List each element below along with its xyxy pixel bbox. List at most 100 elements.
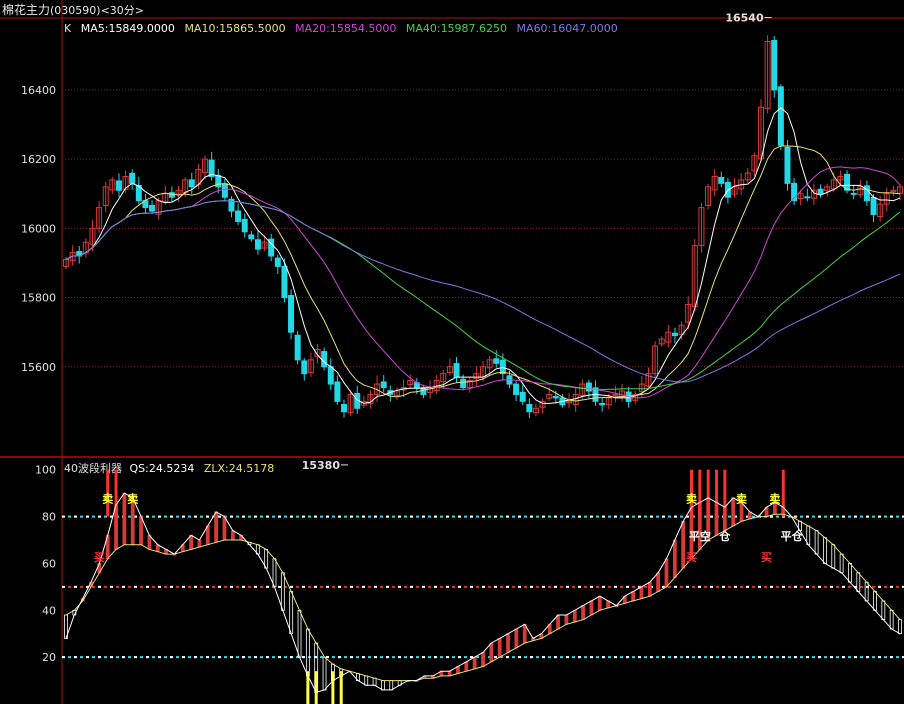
candle-body [288,294,295,333]
qs-zlx-bar [122,492,127,546]
candle-body [526,403,533,413]
candle-body [499,359,506,375]
qs-zlx-bar [264,548,269,569]
candle-body [777,86,784,146]
qs-zlx-bar [214,511,219,543]
price-chart[interactable]: 15600 15800 16000 16200 16400 16540 15380 20 40 6… [0,0,904,704]
qs-zlx-bar [806,525,811,546]
candle-body [221,183,228,198]
qs-zlx-bar [472,656,477,670]
signal-label: 卖 [769,492,780,506]
qs-zlx-bar [831,544,836,569]
candle-body [241,218,248,233]
qs-zlx-bar [572,609,577,623]
candle-body [585,382,592,392]
qs-zlx-bar [222,516,227,541]
y-tick-label: 15800 [21,292,56,305]
qs-zlx-bar [564,614,569,625]
candle-body [380,381,387,389]
candle-body [327,366,334,385]
qs-zlx-bar [297,609,302,658]
qs-zlx-bar [597,595,602,611]
red-signal-bar [715,469,719,517]
signal-label: 卖 [127,492,138,506]
qs-zlx-bar [647,581,652,597]
qs-zlx-bar [381,680,385,691]
qs-zlx-bar [864,581,869,602]
qs-zlx-bar [581,605,585,621]
signal-label: 买 [761,551,772,564]
y-tick-label: 16000 [21,222,56,235]
low-price-annotation: 15380 [302,459,341,472]
qs-zlx-bar [389,680,394,691]
signal-label: 仓 [718,529,731,543]
qs-zlx-bar [189,534,194,550]
qs-zlx-bar [272,558,277,588]
qs-zlx-bar [589,600,594,616]
yellow-signal-bar [314,671,318,704]
candle-body [718,176,725,184]
indicator-y-tick-label: 60 [42,557,56,570]
candle-body [804,196,811,199]
candle-body [870,197,877,216]
qs-zlx-bar [672,539,677,578]
qs-zlx-bar [481,652,485,667]
qs-zlx-bar [322,656,327,691]
qs-zlx-bar [856,572,861,592]
qs-zlx-bar [848,563,852,583]
candle-body [321,351,328,368]
signal-label: 卖 [102,492,113,506]
qs-zlx-bar [731,497,736,527]
qs-zlx-bar [823,537,827,564]
qs-zlx-bar [881,600,886,621]
qs-zlx-bar [889,609,894,630]
qs-zlx-bar [631,591,636,602]
candle-body [188,179,195,188]
signal-label: 平仓 [781,529,804,543]
qs-zlx-bar [489,642,494,663]
red-signal-bar [698,469,702,517]
qs-zlx-bar [139,516,143,546]
qs-zlx-bar [664,558,669,588]
qs-zlx-bar [197,539,202,548]
candle-body [301,360,308,375]
candle-body [850,192,857,195]
candle-body [671,332,678,337]
candle-body [519,391,526,402]
qs-zlx-bar [280,572,285,611]
candle-body [115,180,122,191]
qs-zlx-bar [814,530,819,555]
candle-body [552,396,559,399]
red-signal-bar [781,469,785,517]
qs-zlx-bar [873,591,877,611]
y-tick-label: 16400 [21,84,56,97]
qs-zlx-bar [289,591,294,635]
qs-zlx-bar [305,628,310,677]
qs-zlx-bar [147,534,152,550]
candle-body [460,378,467,389]
candle-body [294,334,301,361]
qs-zlx-bar [506,633,510,653]
signal-label: 买 [686,551,697,564]
red-signal-bar [723,469,727,517]
indicator-y-tick-label: 80 [42,511,56,524]
candle-body [599,402,606,406]
indicator-y-tick-label: 40 [42,604,56,617]
candle-body [493,358,500,364]
signal-label: 买 [94,551,105,564]
y-tick-label: 16200 [21,153,56,166]
candle-body [235,210,242,222]
signal-label: 卖 [686,492,697,506]
indicator-y-tick-label: 20 [42,651,56,664]
candle-body [817,188,824,195]
candle-body [334,381,341,402]
qs-zlx-bar [205,525,210,546]
candle-body [281,265,288,299]
qs-zlx-bar [364,675,369,686]
candle-body [129,172,136,184]
candle-body [784,146,791,184]
signal-label: 平空 [689,529,711,543]
qs-zlx-bar [839,553,844,574]
candle-body [453,363,460,378]
qs-zlx-bar [639,586,644,599]
